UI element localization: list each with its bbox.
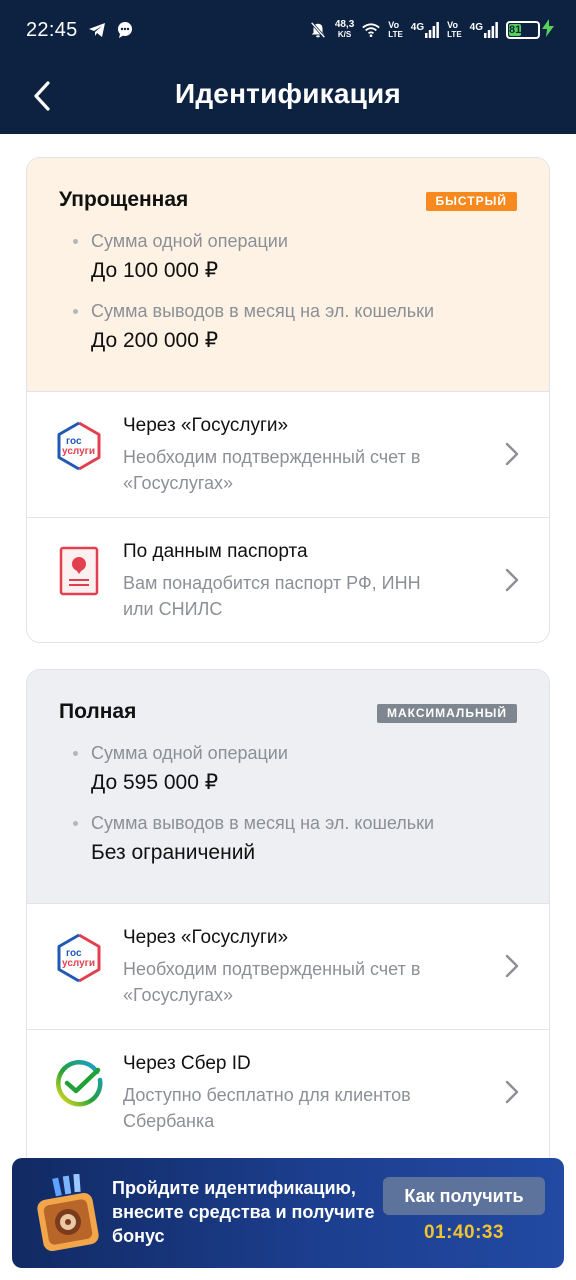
status-bar: 22:45 48,3 K/S Vo LTE 4G Vo LTE 4G 81 [0, 0, 576, 60]
battery-icon: 81 [506, 19, 554, 41]
safe-gift-icon [37, 1174, 99, 1252]
gosuslugi-icon: гос услуги [57, 421, 101, 471]
method-sber-id[interactable]: Через Сбер ID Доступно бесплатно для кли… [27, 1029, 549, 1155]
sim1-volte: Vo LTE [388, 20, 403, 40]
chat-icon [116, 21, 134, 39]
limit-item: Сумма одной операции До 100 000 ₽ [59, 230, 517, 284]
sim1-label-top: Vo [388, 20, 400, 30]
charging-icon [542, 19, 554, 41]
method-description: Необходим подтвержденный счет в «Госуслу… [123, 959, 421, 1005]
limit-label: Сумма одной операции [73, 230, 517, 252]
net-speed: 48,3 K/S [335, 20, 354, 40]
limit-label: Сумма выводов в месяц на эл. кошельки [73, 812, 517, 834]
telegram-icon [88, 21, 106, 39]
chevron-right-icon [505, 954, 519, 978]
method-description: Доступно бесплатно для клиентов Сбербанк… [123, 1085, 411, 1131]
limit-label: Сумма выводов в месяц на эл. кошельки [73, 300, 517, 322]
fast-badge: БЫСТРЫЙ [425, 192, 517, 211]
app-header: 22:45 48,3 K/S Vo LTE 4G Vo LTE 4G 81 Ид… [0, 0, 576, 134]
sber-id-icon [56, 1060, 103, 1107]
limit-value: До 595 000 ₽ [91, 771, 219, 794]
simple-identification-card: Упрощенная БЫСТРЫЙ Сумма одной операции … [26, 157, 550, 643]
nav-bar: Идентификация [0, 62, 576, 132]
signal-icon: 4G [410, 22, 440, 38]
method-title: Через «Госуслуги» [123, 927, 289, 948]
sim1-label-bottom: LTE [388, 30, 403, 39]
limit-label: Сумма одной операции [73, 742, 517, 764]
limit-value: До 100 000 ₽ [91, 259, 219, 282]
wifi-icon [362, 21, 381, 39]
mute-icon [309, 21, 327, 39]
sim2-label-top: Vo [447, 20, 458, 30]
how-to-get-button[interactable]: Как получить [383, 1177, 545, 1215]
status-time: 22:45 [26, 18, 78, 41]
sim2-volte: Vo LTE [447, 20, 462, 40]
limit-item: Сумма выводов в месяц на эл. кошельки До… [59, 300, 517, 354]
limit-item: Сумма выводов в месяц на эл. кошельки Бе… [59, 812, 517, 866]
gosuslugi-icon-text: услуги [62, 446, 95, 457]
limit-item: Сумма одной операции До 595 000 ₽ [59, 742, 517, 796]
max-badge: МАКСИМАЛЬНЫЙ [376, 704, 517, 723]
net-speed-value: 48,3 [334, 19, 355, 30]
method-description: Необходим подтвержденный счет в «Госуслу… [123, 447, 421, 493]
method-title: Через «Госуслуги» [123, 415, 289, 436]
sim2-network: 4G [469, 22, 483, 33]
chevron-right-icon [505, 442, 519, 466]
signal-icon: 4G [470, 22, 498, 38]
countdown-timer: 01:40:33 [423, 1222, 505, 1243]
method-title: По данным паспорта [123, 541, 308, 562]
sim2-label-bottom: LTE [447, 30, 462, 39]
sim1-network: 4G [410, 22, 425, 33]
limit-value: До 200 000 ₽ [91, 329, 219, 352]
bonus-banner[interactable]: Пройдите идентификацию, внесите средства… [12, 1158, 564, 1268]
chevron-right-icon [505, 568, 519, 592]
method-gosuslugi[interactable]: гос услуги Через «Госуслуги» Необходим п… [27, 903, 549, 1029]
gosuslugi-icon: гос услуги [57, 933, 101, 983]
chevron-right-icon [505, 1080, 519, 1104]
method-title: Через Сбер ID [123, 1053, 251, 1074]
method-passport[interactable]: По данным паспорта Вам понадобится паспо… [27, 517, 549, 642]
net-speed-unit: K/S [337, 30, 352, 39]
method-description: Вам понадобится паспорт РФ, ИНН или СНИЛ… [123, 573, 421, 619]
gosuslugi-icon-text: услуги [62, 958, 95, 969]
simple-card-header: Упрощенная БЫСТРЫЙ Сумма одной операции … [27, 158, 549, 391]
method-gosuslugi[interactable]: гос услуги Через «Госуслуги» Необходим п… [27, 391, 549, 517]
banner-text: Пройдите идентификацию, внесите средства… [112, 1178, 375, 1246]
full-card-header: Полная МАКСИМАЛЬНЫЙ Сумма одной операции… [27, 670, 549, 903]
limit-value: Без ограничений [91, 841, 256, 864]
page-title: Идентификация [175, 78, 401, 109]
passport-icon [59, 546, 99, 596]
battery-level: 81 [509, 24, 522, 36]
full-identification-card: Полная МАКСИМАЛЬНЫЙ Сумма одной операции… [26, 669, 550, 1189]
